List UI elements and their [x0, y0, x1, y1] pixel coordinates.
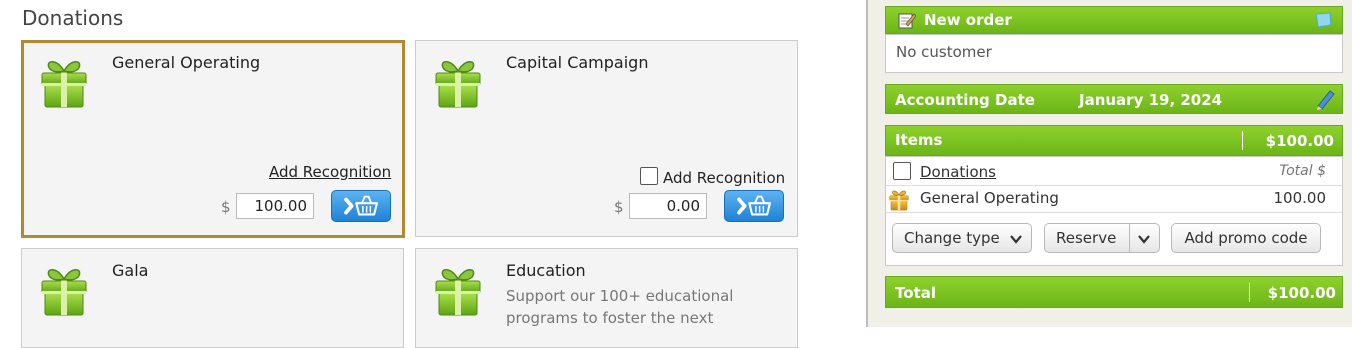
add-promo-code-button[interactable]: Add promo code [1171, 223, 1321, 253]
customer-panel[interactable]: No customer [885, 34, 1343, 73]
note-icon[interactable] [1314, 11, 1332, 29]
currency-symbol: $ [614, 198, 624, 216]
order-title: New order [924, 11, 1012, 29]
donation-card-capital-campaign[interactable]: Capital Campaign Add Recognition $ 0.00 [415, 40, 798, 237]
total-bar: Total $100.00 [885, 276, 1343, 308]
customer-text[interactable]: No customer [896, 43, 992, 61]
items-panel: Donations Total $ General Operating 100.… [885, 156, 1343, 266]
gift-icon [38, 55, 90, 109]
donations-section: Donations General Operating Add Recognit… [0, 0, 866, 348]
card-title: Gala [112, 261, 149, 280]
add-to-cart-button[interactable] [331, 190, 391, 222]
items-total: $100.00 [1265, 132, 1334, 150]
items-label: Items [895, 131, 943, 149]
total-separator [1249, 283, 1250, 302]
basket-icon [725, 191, 783, 221]
change-type-button[interactable]: Change type [892, 223, 1032, 253]
gift-icon [38, 263, 90, 317]
line-item-name: General Operating [920, 189, 1059, 207]
order-header: New order [885, 6, 1343, 34]
reserve-label: Reserve [1056, 229, 1117, 247]
basket-icon [332, 191, 390, 221]
amount-input[interactable]: 100.00 [236, 193, 314, 219]
gift-icon [432, 263, 484, 317]
card-title: Education [506, 261, 586, 280]
add-recognition-link[interactable]: Add Recognition [269, 163, 391, 181]
add-promo-code-label: Add promo code [1184, 229, 1308, 247]
items-separator [1242, 131, 1243, 150]
card-title: General Operating [112, 53, 261, 72]
donation-card-general-operating[interactable]: General Operating Add Recognition $ 100.… [21, 40, 405, 238]
reserve-button[interactable]: Reserve [1044, 223, 1160, 253]
change-type-label: Change type [904, 229, 1000, 247]
accounting-date-value: January 19, 2024 [1079, 91, 1223, 109]
orange-gift-icon [888, 188, 910, 211]
group-donations-link[interactable]: Donations [920, 163, 996, 181]
total-value: $100.00 [1267, 284, 1336, 302]
add-to-cart-button[interactable] [724, 190, 784, 222]
donation-card-education[interactable]: Education Support our 100+ educational p… [415, 248, 798, 348]
amount-input[interactable]: 0.00 [629, 193, 707, 219]
order-edit-icon [898, 11, 917, 29]
description-line: Support our 100+ educational [506, 287, 734, 305]
total-column-header: Total $ [1279, 163, 1326, 179]
line-item-row[interactable]: General Operating 100.00 [886, 186, 1342, 213]
group-checkbox[interactable] [893, 162, 911, 180]
gift-icon [432, 55, 484, 109]
line-item-amount: 100.00 [1273, 189, 1327, 207]
accounting-date-label: Accounting Date [895, 91, 1035, 109]
page-title: Donations [22, 6, 124, 30]
chevron-down-icon [1010, 235, 1022, 244]
chevron-down-icon[interactable] [1138, 234, 1150, 244]
description-line: programs to foster the next [506, 309, 714, 327]
card-description: Support our 100+ educational programs to… [506, 285, 786, 329]
add-recognition-option[interactable]: Add Recognition [640, 167, 785, 187]
total-label: Total [895, 284, 936, 302]
card-title: Capital Campaign [506, 53, 649, 72]
currency-symbol: $ [221, 198, 231, 216]
group-row: Donations Total $ [886, 157, 1342, 186]
item-actions: Change type Reserve Add promo code [892, 223, 1336, 255]
recognition-checkbox[interactable] [640, 167, 658, 185]
items-header: Items $100.00 [885, 125, 1343, 156]
accounting-date-bar: Accounting Date January 19, 2024 [885, 84, 1343, 114]
reserve-split [1129, 224, 1130, 252]
order-sidebar: New order No customer Accounting Date Ja… [868, 0, 1352, 327]
add-recognition-label: Add Recognition [663, 169, 786, 187]
donation-card-gala[interactable]: Gala [21, 248, 404, 348]
pencil-icon[interactable] [1314, 88, 1336, 110]
